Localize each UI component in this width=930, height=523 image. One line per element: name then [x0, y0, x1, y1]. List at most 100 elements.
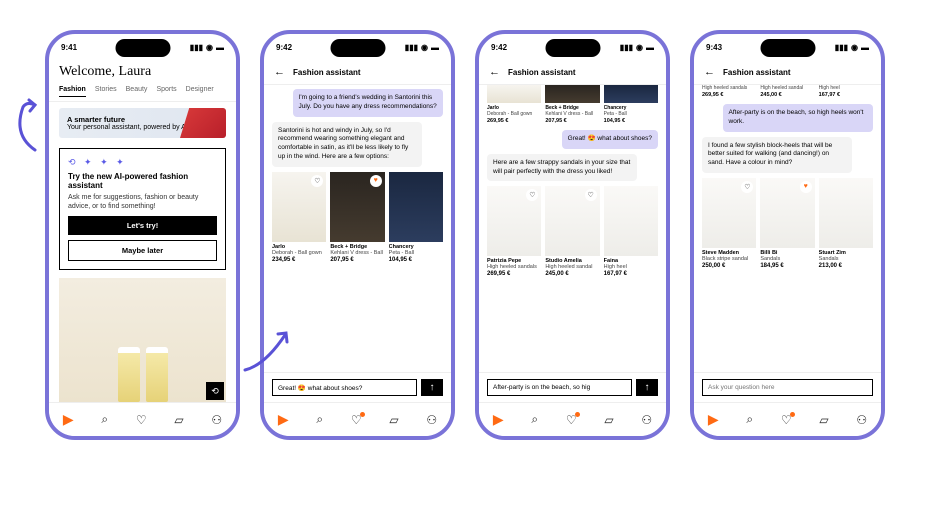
ai-banner[interactable]: A smarter future Your personal assistant…: [59, 108, 226, 138]
back-button[interactable]: ←: [274, 66, 285, 78]
product-name: Deborah - Ball gown: [272, 250, 326, 256]
product-name: Black stripe sandal: [702, 256, 756, 262]
bag-icon[interactable]: ▱: [174, 413, 183, 427]
product-card[interactable]: High heel 167,97 €: [819, 85, 873, 98]
lets-try-button[interactable]: Let's try!: [68, 216, 217, 235]
wishlist-icon[interactable]: ♡: [781, 413, 792, 427]
product-card[interactable]: Chancery Peta - Ball 104,95 €: [604, 85, 658, 124]
bag-icon[interactable]: ▱: [604, 413, 613, 427]
prev-products: High heeled sandals 269,95 € High heeled…: [694, 85, 881, 100]
product-image: ♡: [487, 186, 541, 256]
category-tabs: Fashion Stories Beauty Sports Designer: [49, 86, 236, 102]
tab-stories[interactable]: Stories: [95, 86, 117, 97]
header-title: Fashion assistant: [293, 68, 361, 77]
tab-designer[interactable]: Designer: [186, 86, 214, 97]
product-card[interactable]: Stuart Zim Sandals 213,00 €: [819, 178, 873, 269]
product-card[interactable]: ♥ Beck + Bridge Kehlani V dress - Ball 2…: [330, 172, 384, 263]
product-price: 207,95 €: [330, 257, 384, 263]
status-icons: ▮▮▮◉▬: [405, 43, 439, 52]
product-card[interactable]: ♥ Billi Bi Sandals 184,95 €: [760, 178, 814, 269]
profile-icon[interactable]: ⚇: [856, 413, 867, 427]
chat-input[interactable]: [272, 379, 417, 396]
chat-header: ← Fashion assistant: [264, 60, 451, 85]
product-name: High heel: [604, 264, 658, 270]
header-title: Fashion assistant: [508, 68, 576, 77]
search-icon[interactable]: ⌕: [101, 412, 108, 427]
product-card[interactable]: Jarlo Deborah - Ball gown 269,95 €: [487, 85, 541, 124]
status-time: 9:42: [491, 43, 507, 52]
welcome-heading: Welcome, Laura: [49, 60, 236, 86]
tab-fashion[interactable]: Fashion: [59, 86, 86, 97]
profile-icon[interactable]: ⚇: [641, 413, 652, 427]
product-image: [604, 186, 658, 256]
back-button[interactable]: ←: [489, 66, 500, 78]
back-button[interactable]: ←: [704, 66, 715, 78]
product-card[interactable]: ♡ Jarlo Deborah - Ball gown 234,95 €: [272, 172, 326, 263]
heart-icon[interactable]: ♡: [311, 175, 323, 187]
search-icon[interactable]: ⌕: [746, 412, 753, 427]
profile-icon[interactable]: ⚇: [211, 413, 222, 427]
send-button[interactable]: ↑: [636, 379, 658, 396]
notch: [760, 39, 815, 57]
card-heading: Try the new AI-powered fashion assistant: [68, 172, 217, 190]
heart-icon[interactable]: ♡: [741, 181, 753, 193]
product-image: ♥: [760, 178, 814, 248]
bottom-nav: ▶ ⌕ ♡ ▱ ⚇: [694, 402, 881, 436]
heart-icon[interactable]: ♡: [585, 189, 597, 201]
bag-icon[interactable]: ▱: [389, 413, 398, 427]
home-icon[interactable]: ▶: [708, 411, 719, 428]
product-price: 269,95 €: [487, 271, 541, 277]
product-price: 207,95 €: [545, 118, 599, 124]
search-icon[interactable]: ⌕: [531, 412, 538, 427]
product-image: [604, 85, 658, 103]
user-message: Great! 😍 what about shoes?: [562, 130, 658, 149]
home-icon[interactable]: ▶: [63, 411, 74, 428]
chat-input[interactable]: [487, 379, 632, 396]
product-card[interactable]: High heeled sandal 245,00 €: [760, 85, 814, 98]
wishlist-icon[interactable]: ♡: [566, 413, 577, 427]
profile-icon[interactable]: ⚇: [426, 413, 437, 427]
card-body: Ask me for suggestions, fashion or beaut…: [68, 193, 217, 211]
user-message: After-party is on the beach, so high hee…: [723, 104, 873, 132]
tab-sports[interactable]: Sports: [156, 86, 176, 97]
product-card[interactable]: ♡ Steve Madden Black stripe sandal 250,0…: [702, 178, 756, 269]
product-card[interactable]: Chancery Peta - Ball 104,95 €: [389, 172, 443, 263]
phone-home: 9:41 ▮▮▮ ◉ ▬ Welcome, Laura Fashion Stor…: [45, 30, 240, 440]
chat-header: ← Fashion assistant: [479, 60, 666, 85]
search-icon[interactable]: ⌕: [316, 412, 323, 427]
product-card[interactable]: Faina High heel 167,97 €: [604, 186, 658, 277]
product-image: [146, 347, 168, 402]
product-card[interactable]: ♡ Studio Amelia High heeled sandal 245,0…: [545, 186, 599, 277]
product-price: 184,95 €: [760, 263, 814, 269]
product-card[interactable]: ♡ Patrizia Pepe High heeled sandals 269,…: [487, 186, 541, 277]
product-image: [389, 172, 443, 242]
assistant-fab[interactable]: ⟲: [206, 382, 224, 400]
tab-beauty[interactable]: Beauty: [126, 86, 148, 97]
product-card[interactable]: Beck + Bridge Kehlani V dress - Ball 207…: [545, 85, 599, 124]
bag-icon[interactable]: ▱: [819, 413, 828, 427]
wishlist-icon[interactable]: ♡: [351, 413, 362, 427]
header-title: Fashion assistant: [723, 68, 791, 77]
product-name: Peta - Ball: [389, 250, 443, 256]
home-icon[interactable]: ▶: [278, 411, 289, 428]
wishlist-icon[interactable]: ♡: [136, 413, 147, 427]
wifi-icon: ◉: [206, 43, 213, 52]
product-row: ♡ Patrizia Pepe High heeled sandals 269,…: [487, 186, 658, 277]
phone-chat-3: 9:43 ▮▮▮◉▬ ← Fashion assistant High heel…: [690, 30, 885, 440]
send-button[interactable]: ↑: [421, 379, 443, 396]
product-image: ♥: [330, 172, 384, 242]
product-card[interactable]: High heeled sandals 269,95 €: [702, 85, 756, 98]
maybe-later-button[interactable]: Maybe later: [68, 240, 217, 261]
heart-icon[interactable]: ♡: [526, 189, 538, 201]
product-price: 167,97 €: [604, 271, 658, 277]
product-strip[interactable]: ⟲: [59, 278, 226, 402]
product-image: [118, 347, 140, 402]
product-name: High heeled sandal: [760, 85, 814, 91]
heart-icon[interactable]: ♥: [370, 175, 382, 187]
status-time: 9:42: [276, 43, 292, 52]
home-icon[interactable]: ▶: [493, 411, 504, 428]
chat-input[interactable]: [702, 379, 873, 396]
notch: [545, 39, 600, 57]
status-time: 9:41: [61, 43, 77, 52]
heart-icon[interactable]: ♥: [800, 181, 812, 193]
